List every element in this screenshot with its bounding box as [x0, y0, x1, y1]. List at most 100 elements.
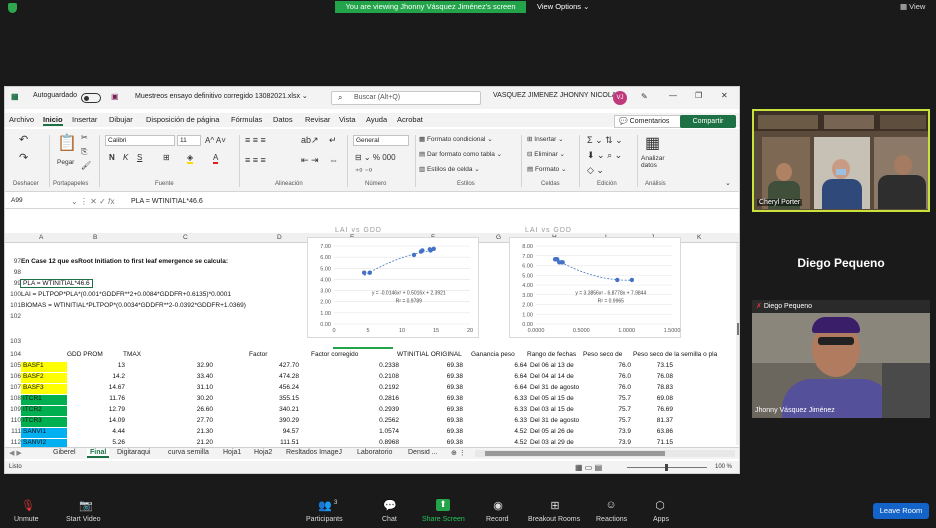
- breakout-rooms-button[interactable]: Breakout Rooms: [528, 516, 580, 523]
- table-cell[interactable]: 355.15: [215, 395, 299, 402]
- table-cell[interactable]: Del 31 de agosto: [530, 417, 584, 424]
- align-top-icons[interactable]: ≡ ≡ ≡: [245, 135, 266, 145]
- table-cell[interactable]: 6.33: [465, 395, 527, 402]
- table-cell[interactable]: 69.38: [401, 406, 463, 413]
- paste-icon[interactable]: 📋: [57, 133, 77, 153]
- header-factor[interactable]: Factor: [249, 351, 267, 358]
- encryption-shield-icon[interactable]: [8, 3, 17, 13]
- share-screen-button[interactable]: Share Screen: [422, 516, 465, 523]
- cell-styles-button[interactable]: ▥ Estilos de celda ⌄: [419, 165, 480, 173]
- table-format-button[interactable]: ▤ Dar formato como tabla ⌄: [419, 150, 502, 158]
- table-cell[interactable]: 81.37: [633, 417, 673, 424]
- table-cell[interactable]: 6.33: [465, 417, 527, 424]
- table-cell[interactable]: 31.10: [125, 384, 213, 391]
- pen-icon[interactable]: ✎: [641, 92, 648, 101]
- table-cell[interactable]: 78.83: [633, 384, 673, 391]
- header-wt[interactable]: WTINITIAL ORIGINAL: [397, 351, 462, 358]
- table-cell[interactable]: 427.70: [215, 362, 299, 369]
- header-gan[interactable]: Ganancia peso: [471, 351, 515, 358]
- cell-treatment[interactable]: SANVI1: [23, 428, 46, 435]
- copy-icon[interactable]: ⎘: [81, 147, 87, 157]
- format-painter-icon[interactable]: 🖌: [81, 161, 91, 170]
- menu-acrobat[interactable]: Acrobat: [397, 115, 423, 124]
- table-cell[interactable]: 73.9: [585, 439, 631, 446]
- table-cell[interactable]: 340.21: [215, 406, 299, 413]
- table-cell[interactable]: 69.38: [401, 417, 463, 424]
- number-format-select[interactable]: General: [353, 135, 409, 146]
- chat-icon[interactable]: 💬: [383, 499, 397, 512]
- menu-vista[interactable]: Vista: [339, 115, 356, 124]
- avatar[interactable]: VJ: [613, 91, 627, 105]
- menu-datos[interactable]: Datos: [273, 115, 293, 124]
- header-gdd[interactable]: GDD PROM: [67, 351, 103, 358]
- table-cell[interactable]: 33.40: [125, 373, 213, 380]
- tab-digitaraqui[interactable]: Digitaraqui: [117, 449, 150, 456]
- table-cell[interactable]: 76.0: [585, 384, 631, 391]
- zoom-slider[interactable]: [627, 464, 707, 471]
- table-cell[interactable]: 6.64: [465, 384, 527, 391]
- cell-treatment[interactable]: ITCR3: [23, 417, 42, 424]
- cell-treatment[interactable]: BASF3: [23, 384, 44, 391]
- table-cell[interactable]: 26.60: [125, 406, 213, 413]
- chart-2[interactable]: 0.00 1.00 2.00 3.00 4.00 5.00 6.00 7.00 8.00 0.00…: [509, 237, 681, 338]
- table-cell[interactable]: 111.51: [215, 439, 299, 446]
- cell-text[interactable]: LAI = PLTPOP*PLA*(0.001*GDDFR**2+0.0084*…: [21, 291, 231, 298]
- view-mode-icons[interactable]: ▦ ▭ ▤: [575, 463, 602, 472]
- table-cell[interactable]: 0.2192: [301, 384, 399, 391]
- currency-icon[interactable]: ⊟ ⌄ % 000: [355, 153, 396, 162]
- table-cell[interactable]: 14.67: [67, 384, 125, 391]
- table-cell[interactable]: 4.44: [67, 428, 125, 435]
- table-cell[interactable]: Del 06 al 13 de: [530, 362, 584, 369]
- tab-resltados[interactable]: Resltados ImageJ: [286, 449, 342, 456]
- view-button[interactable]: ▦ View: [900, 2, 925, 11]
- table-cell[interactable]: 76.69: [633, 406, 673, 413]
- close-icon[interactable]: ✕: [721, 91, 728, 100]
- menu-dibujar[interactable]: Dibujar: [109, 115, 133, 124]
- format-cells-button[interactable]: ▤ Formato ⌄: [527, 165, 566, 173]
- underline-icon[interactable]: S: [137, 153, 142, 162]
- cell-text[interactable]: En Case 12 que esRoot Initiation to firs…: [21, 258, 228, 265]
- restore-icon[interactable]: ❐: [695, 91, 702, 100]
- cell-treatment[interactable]: SANVI2: [23, 439, 46, 446]
- cell-selected[interactable]: PLA = WTINITIAL*46.6: [20, 279, 93, 288]
- col-b[interactable]: B: [93, 234, 97, 241]
- share-button[interactable]: Compartir: [680, 115, 736, 128]
- participant-tile[interactable]: Diego Pequeno: [752, 216, 930, 311]
- name-box[interactable]: A99: [9, 196, 69, 207]
- formula-input[interactable]: PLA = WTINITIAL*46.6: [131, 198, 203, 205]
- reactions-icon[interactable]: ☺: [604, 499, 618, 511]
- horizontal-scrollbar[interactable]: [475, 450, 735, 457]
- breakout-rooms-icon[interactable]: ⊞: [548, 499, 562, 512]
- table-cell[interactable]: 69.38: [401, 439, 463, 446]
- header-fc[interactable]: Factor corregido: [311, 351, 358, 358]
- table-cell[interactable]: 0.2338: [301, 362, 399, 369]
- participants-icon[interactable]: 👥: [318, 499, 332, 512]
- minimize-icon[interactable]: —: [669, 91, 677, 100]
- cell-treatment[interactable]: ITCR1: [23, 395, 42, 402]
- table-cell[interactable]: Del 05 al 15 de: [530, 395, 584, 402]
- table-cell[interactable]: 13: [67, 362, 125, 369]
- table-cell[interactable]: 4.52: [465, 428, 527, 435]
- borders-icon[interactable]: ⊞: [163, 153, 170, 162]
- analyze-data-label[interactable]: Analizar datos: [641, 155, 671, 169]
- menu-inicio[interactable]: Inicio: [43, 115, 63, 126]
- bold-icon[interactable]: N: [109, 153, 115, 162]
- insert-cells-button[interactable]: ⊞ Insertar ⌄: [527, 135, 564, 143]
- table-cell[interactable]: 73.9: [585, 428, 631, 435]
- menu-formulas[interactable]: Fórmulas: [231, 115, 262, 124]
- table-cell[interactable]: 76.0: [585, 362, 631, 369]
- table-cell[interactable]: 456.24: [215, 384, 299, 391]
- table-cell[interactable]: 32.90: [125, 362, 213, 369]
- table-cell[interactable]: 390.29: [215, 417, 299, 424]
- tab-curva-semilla[interactable]: curva semilla: [168, 449, 209, 456]
- wrap-text-icon[interactable]: ↵: [329, 135, 337, 146]
- tab-densid[interactable]: Densid ...: [408, 449, 444, 456]
- reactions-button[interactable]: Reactions: [596, 516, 627, 523]
- table-cell[interactable]: 6.64: [465, 362, 527, 369]
- collapse-ribbon-icon[interactable]: ⌄: [725, 179, 731, 187]
- table-cell[interactable]: 0.2816: [301, 395, 399, 402]
- leave-room-button[interactable]: Leave Room: [873, 503, 929, 519]
- table-cell[interactable]: 76.08: [633, 373, 673, 380]
- table-cell[interactable]: 75.7: [585, 406, 631, 413]
- font-name-select[interactable]: Calibri: [105, 135, 175, 146]
